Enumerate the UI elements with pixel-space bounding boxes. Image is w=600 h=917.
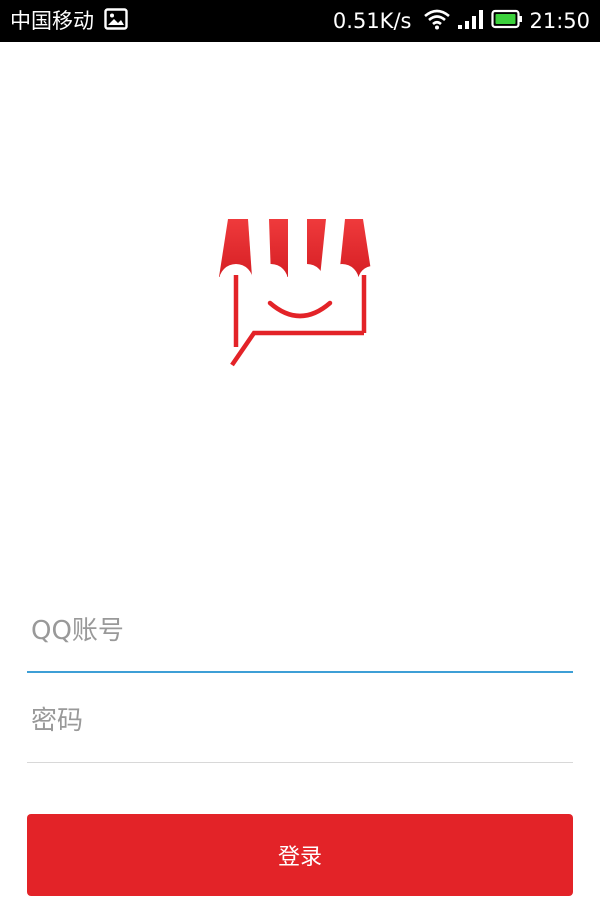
qq-account-underline — [27, 671, 573, 673]
password-underline — [27, 762, 573, 763]
app-logo — [218, 215, 388, 370]
battery-icon — [491, 8, 523, 34]
wifi-icon — [423, 8, 451, 34]
status-bar: 中国移动 0.51K/s 21:50 — [0, 0, 600, 42]
clock: 21:50 — [529, 8, 590, 33]
status-left: 中国移动 — [10, 8, 134, 34]
password-input[interactable] — [27, 691, 573, 751]
status-right: 0.51K/s 21:50 — [333, 8, 590, 34]
qq-account-input[interactable] — [27, 601, 573, 661]
carrier-name: 中国移动 — [10, 8, 94, 33]
image-notification-icon — [104, 8, 128, 34]
network-speed: 0.51K/s — [332, 8, 412, 33]
storefront-logo-icon — [219, 219, 388, 367]
signal-icon — [457, 8, 485, 34]
login-button[interactable]: 登录 — [27, 814, 573, 896]
